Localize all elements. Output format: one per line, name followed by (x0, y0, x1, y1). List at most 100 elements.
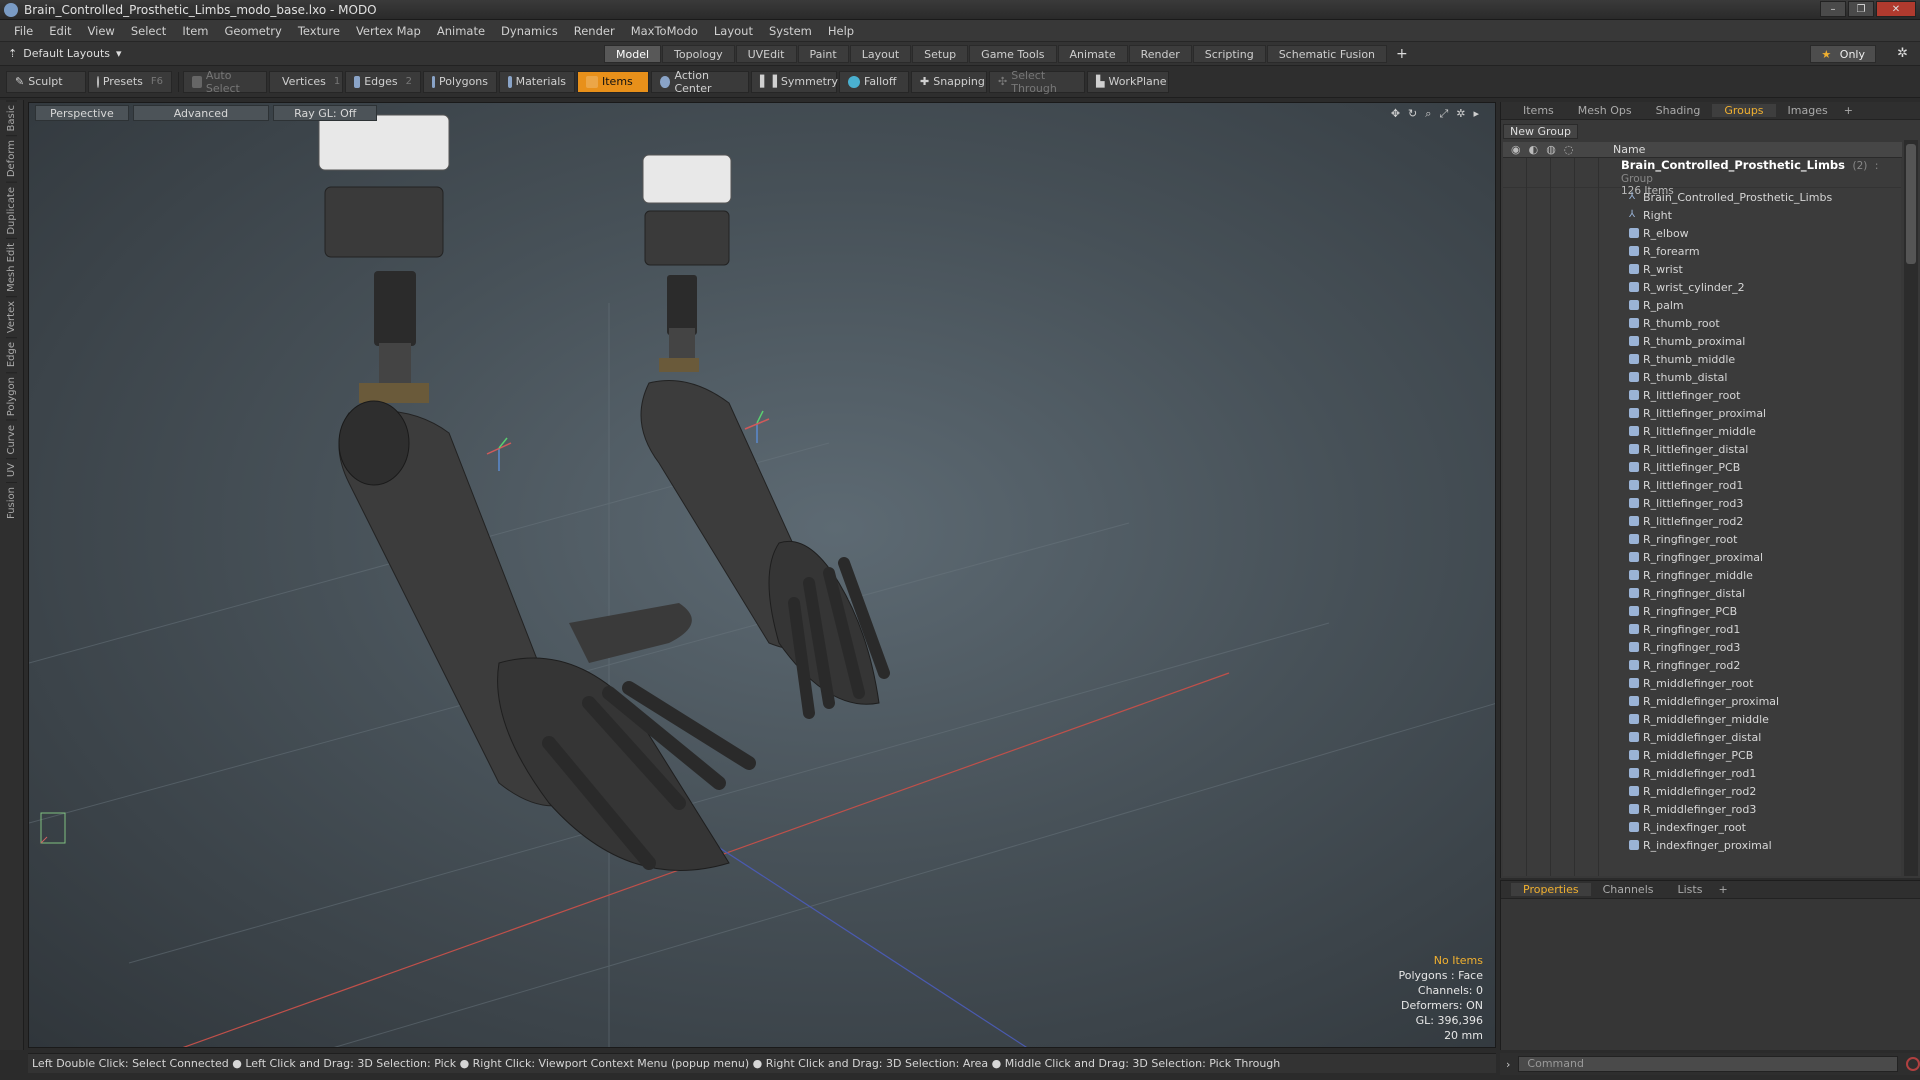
eye-icon[interactable]: ◉ (1511, 143, 1521, 156)
tab-vertex[interactable]: Vertex (6, 296, 17, 338)
mesh-icon (1629, 300, 1639, 310)
advanced-button[interactable]: Advanced (132, 105, 270, 121)
tab-paint[interactable]: Paint (797, 45, 849, 63)
menu-dynamics[interactable]: Dynamics (493, 24, 566, 38)
add-properties-tab-icon[interactable]: + (1714, 883, 1731, 896)
select-through-button[interactable]: ✣ Select Through (989, 69, 1085, 95)
falloff-button[interactable]: Falloff (839, 70, 909, 93)
tab-render[interactable]: Render (1128, 45, 1192, 63)
auto-select-label: Auto Select (205, 68, 240, 95)
tab-mesh-edit[interactable]: Mesh Edit (6, 238, 17, 297)
transform-gizmo-right[interactable] (744, 410, 770, 443)
tab-curve[interactable]: Curve (6, 419, 17, 459)
tab-deform[interactable]: Deform (6, 135, 17, 182)
item-label: R_middlefinger_middle (1643, 712, 1769, 726)
add-panel-tab-icon[interactable]: + (1840, 104, 1857, 117)
only-button[interactable]: ★ Only (1810, 45, 1876, 63)
new-group-button[interactable]: New Group (1503, 123, 1578, 139)
close-button[interactable]: ✕ (1876, 1, 1916, 17)
command-input[interactable]: Command (1518, 1056, 1899, 1072)
tab-properties[interactable]: Properties (1511, 883, 1591, 896)
materials-button[interactable]: Materials (499, 70, 575, 93)
tab-edge[interactable]: Edge (6, 337, 17, 372)
menu-edit[interactable]: Edit (41, 24, 79, 38)
command-history-icon[interactable] (1906, 1057, 1920, 1071)
snapping-button[interactable]: ✚ Snapping (911, 70, 987, 93)
polygons-icon (432, 75, 436, 88)
viewport-menu-icon[interactable]: ▸ (1473, 107, 1479, 121)
vertices-button[interactable]: Vertices 1 (269, 70, 343, 93)
tab-duplicate[interactable]: Duplicate (6, 181, 17, 239)
tab-game-tools[interactable]: Game Tools (969, 45, 1057, 63)
fit-icon[interactable]: ⤢ (1439, 107, 1448, 121)
perspective-button[interactable]: Perspective (35, 105, 129, 121)
mesh-icon (1629, 336, 1639, 346)
presets-label: Presets (102, 75, 143, 88)
gear-icon[interactable]: ✲ (1897, 46, 1908, 61)
tab-images[interactable]: Images (1776, 104, 1840, 117)
tab-model[interactable]: Model (604, 45, 662, 63)
lock-icon[interactable]: ◍ (1546, 143, 1556, 156)
select-icon[interactable]: ◌ (1564, 143, 1574, 156)
tab-items[interactable]: Items (1511, 104, 1566, 117)
items-button[interactable]: Items (577, 70, 649, 93)
add-tab-icon[interactable]: + (1388, 45, 1416, 63)
name-column-header[interactable]: Name (1613, 143, 1645, 156)
scrollbar-thumb[interactable] (1906, 144, 1916, 264)
tab-polygon[interactable]: Polygon (6, 371, 17, 420)
menu-item[interactable]: Item (174, 24, 216, 38)
symmetry-button[interactable]: ▌▐ Symmetry (751, 70, 838, 93)
menu-help[interactable]: Help (820, 24, 862, 38)
menu-texture[interactable]: Texture (290, 24, 348, 38)
layout-select[interactable]: ⇡ Default Layouts ▾ (8, 47, 122, 60)
menu-geometry[interactable]: Geometry (217, 24, 290, 38)
menu-render[interactable]: Render (566, 24, 623, 38)
tab-uv[interactable]: UV (6, 458, 17, 482)
item-label: R_middlefinger_rod3 (1643, 802, 1757, 816)
menu-system[interactable]: System (761, 24, 820, 38)
zoom-icon[interactable]: ⌕ (1425, 107, 1431, 121)
list-scrollbar[interactable] (1904, 140, 1918, 876)
mesh-icon (1629, 660, 1639, 670)
tab-basic[interactable]: Basic (6, 100, 17, 136)
tab-shading[interactable]: Shading (1644, 104, 1713, 117)
menu-select[interactable]: Select (123, 24, 174, 38)
orientation-cube-icon[interactable] (40, 812, 66, 844)
edges-button[interactable]: Edges 2 (345, 70, 421, 93)
sculpt-button[interactable]: ✎ Sculpt (6, 70, 86, 93)
tab-fusion[interactable]: Fusion (6, 481, 17, 523)
viewport-gear-icon[interactable]: ✲ (1456, 107, 1465, 121)
tab-uvedit[interactable]: UVEdit (735, 45, 797, 63)
minimize-button[interactable]: – (1820, 1, 1846, 17)
action-center-button[interactable]: Action Center (651, 69, 749, 95)
transform-gizmo-left[interactable] (486, 437, 512, 471)
tab-layout[interactable]: Layout (849, 45, 912, 63)
render-icon[interactable]: ◐ (1529, 143, 1539, 156)
menu-view[interactable]: View (80, 24, 123, 38)
tab-lists[interactable]: Lists (1666, 883, 1715, 896)
menu-file[interactable]: File (6, 24, 41, 38)
raygl-button[interactable]: Ray GL: Off (273, 105, 378, 121)
3d-viewport[interactable]: Perspective Advanced Ray GL: Off ✥ ↻ ⌕ ⤢… (28, 102, 1496, 1048)
presets-button[interactable]: Presets F6 (88, 70, 172, 93)
menu-maxtomodo[interactable]: MaxToModo (623, 24, 706, 38)
polygons-button[interactable]: Polygons (423, 70, 497, 93)
tab-groups[interactable]: Groups (1712, 104, 1776, 117)
tab-mesh-ops[interactable]: Mesh Ops (1566, 104, 1644, 117)
tab-schematic-fusion[interactable]: Schematic Fusion (1266, 45, 1388, 63)
menu-vertex-map[interactable]: Vertex Map (348, 24, 429, 38)
menu-animate[interactable]: Animate (429, 24, 493, 38)
tab-scripting[interactable]: Scripting (1192, 45, 1266, 63)
menu-layout[interactable]: Layout (706, 24, 761, 38)
workplane-button[interactable]: ▙ WorkPlane (1087, 70, 1169, 93)
mesh-icon (1629, 606, 1639, 616)
maximize-button[interactable]: ❐ (1848, 1, 1874, 17)
auto-select-button[interactable]: Auto Select (183, 68, 267, 95)
rotate-icon[interactable]: ↻ (1408, 107, 1417, 121)
tab-channels[interactable]: Channels (1591, 883, 1666, 896)
item-label: R_ringfinger_rod3 (1643, 640, 1741, 654)
tab-topology[interactable]: Topology (662, 45, 735, 63)
pan-icon[interactable]: ✥ (1391, 107, 1400, 121)
tab-animate[interactable]: Animate (1057, 45, 1128, 63)
tab-setup[interactable]: Setup (912, 45, 969, 63)
